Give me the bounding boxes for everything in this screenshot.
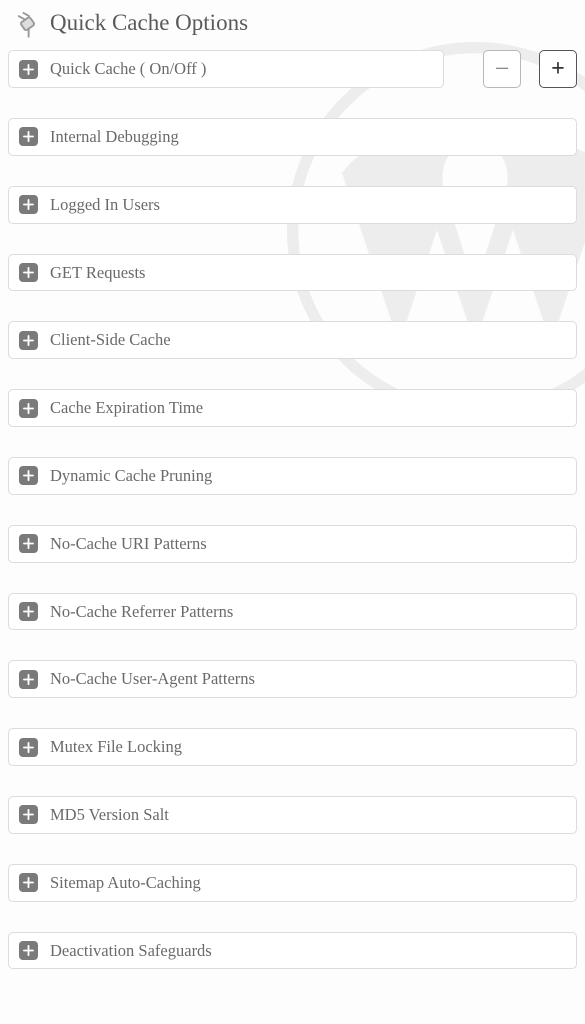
plus-icon (19, 602, 38, 621)
panel-logged-in-users[interactable]: Logged In Users (8, 186, 577, 224)
panel-label: MD5 Version Salt (50, 805, 169, 825)
plus-icon (19, 331, 38, 350)
collapse-all-button[interactable]: − (483, 50, 521, 88)
panel-label: Logged In Users (50, 195, 160, 215)
page-header: Quick Cache Options (8, 8, 577, 38)
panel-label: Cache Expiration Time (50, 398, 203, 418)
panel-mutex-file-locking[interactable]: Mutex File Locking (8, 728, 577, 766)
panel-cache-expiration-time[interactable]: Cache Expiration Time (8, 389, 577, 427)
panel-label: Internal Debugging (50, 127, 179, 147)
plus-icon (19, 805, 38, 824)
plug-icon (12, 8, 42, 38)
plus-icon (19, 941, 38, 960)
plus-icon (19, 60, 38, 79)
plus-icon (19, 534, 38, 553)
panel-get-requests[interactable]: GET Requests (8, 254, 577, 292)
panel-internal-debugging[interactable]: Internal Debugging (8, 118, 577, 156)
panel-sitemap-auto-caching[interactable]: Sitemap Auto-Caching (8, 864, 577, 902)
plus-icon (19, 263, 38, 282)
panel-no-cache-referrer-patterns[interactable]: No-Cache Referrer Patterns (8, 593, 577, 631)
panel-label: Client-Side Cache (50, 330, 171, 350)
plus-icon (19, 738, 38, 757)
plus-icon (19, 670, 38, 689)
panel-dynamic-cache-pruning[interactable]: Dynamic Cache Pruning (8, 457, 577, 495)
panel-label: Sitemap Auto-Caching (50, 873, 201, 893)
panel-label: GET Requests (50, 263, 145, 283)
panel-label: Deactivation Safeguards (50, 941, 212, 961)
panel-deactivation-safeguards[interactable]: Deactivation Safeguards (8, 932, 577, 970)
panel-client-side-cache[interactable]: Client-Side Cache (8, 321, 577, 359)
page-title: Quick Cache Options (50, 10, 248, 36)
panel-label: Quick Cache ( On/Off ) (50, 59, 206, 79)
panel-label: Mutex File Locking (50, 737, 182, 757)
plus-icon (19, 127, 38, 146)
panel-md5-version-salt[interactable]: MD5 Version Salt (8, 796, 577, 834)
plus-icon (19, 466, 38, 485)
plus-icon (19, 873, 38, 892)
panel-label: No-Cache Referrer Patterns (50, 602, 233, 622)
panel-no-cache-user-agent-patterns[interactable]: No-Cache User-Agent Patterns (8, 660, 577, 698)
panel-label: No-Cache URI Patterns (50, 534, 207, 554)
panel-label: Dynamic Cache Pruning (50, 466, 212, 486)
plus-icon (19, 399, 38, 418)
panel-quick-cache-onoff[interactable]: Quick Cache ( On/Off ) (8, 50, 444, 88)
panel-label: No-Cache User-Agent Patterns (50, 669, 255, 689)
panel-no-cache-uri-patterns[interactable]: No-Cache URI Patterns (8, 525, 577, 563)
expand-all-button[interactable]: + (539, 50, 577, 88)
plus-icon (19, 195, 38, 214)
